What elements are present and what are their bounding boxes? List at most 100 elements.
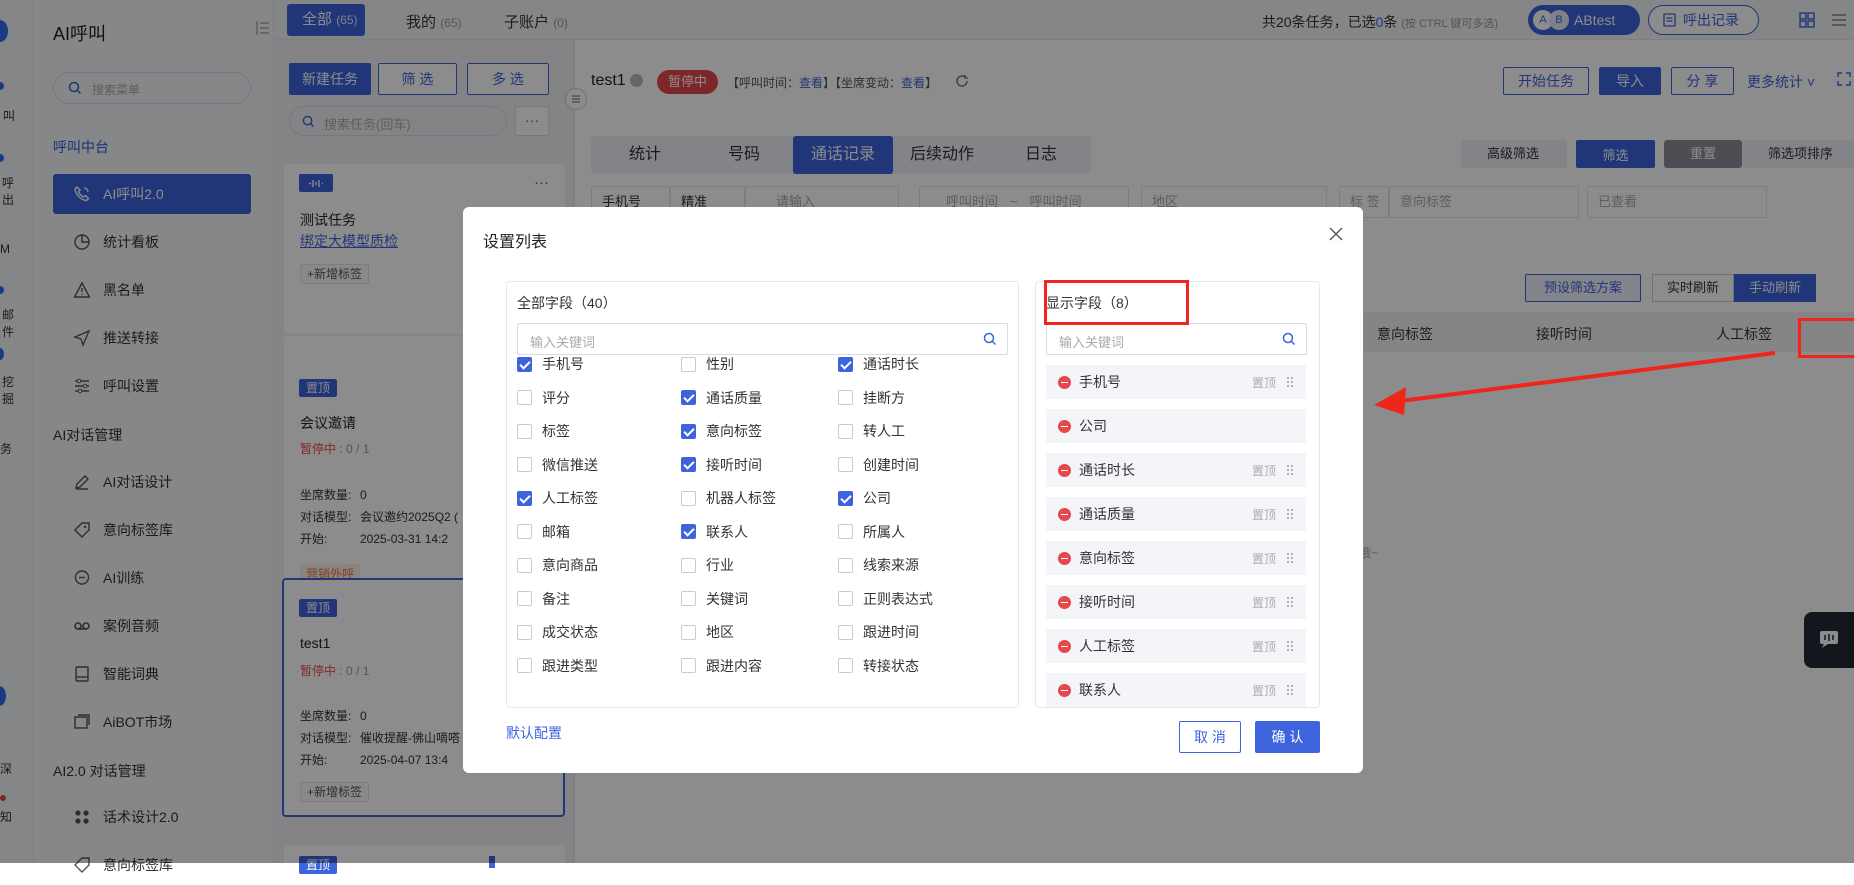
field-checkbox[interactable]: 性别: [681, 354, 734, 374]
all-fields-search-input[interactable]: 输入关键词: [517, 323, 1008, 355]
checkbox-unchecked-icon[interactable]: [517, 591, 532, 606]
field-label: 接听时间: [706, 456, 762, 473]
checkbox-unchecked-icon[interactable]: [681, 557, 696, 573]
checkbox-checked-icon[interactable]: [517, 356, 532, 372]
checkbox-unchecked-icon[interactable]: [517, 624, 532, 640]
shown-field-item[interactable]: 通话质量 置顶: [1046, 497, 1306, 531]
remove-icon[interactable]: [1058, 683, 1071, 697]
shown-fields-search-input[interactable]: 输入关键词: [1046, 323, 1307, 355]
field-checkbox[interactable]: 正则表达式: [838, 589, 933, 609]
checkbox-checked-icon[interactable]: [681, 390, 696, 405]
field-label: 通话质量: [706, 389, 762, 406]
drag-handle-icon[interactable]: [1286, 552, 1294, 564]
field-checkbox[interactable]: 成交状态: [517, 622, 598, 642]
checkbox-unchecked-icon[interactable]: [838, 423, 853, 439]
drag-handle-icon[interactable]: [1286, 376, 1294, 388]
checkbox-unchecked-icon[interactable]: [681, 356, 696, 372]
checkbox-checked-icon[interactable]: [681, 457, 696, 472]
field-checkbox[interactable]: 手机号: [517, 354, 584, 374]
remove-icon[interactable]: [1058, 419, 1071, 433]
field-checkbox[interactable]: 人工标签: [517, 488, 598, 508]
field-checkbox[interactable]: 标签: [517, 421, 570, 441]
pin-to-top-button[interactable]: 置顶: [1252, 638, 1276, 655]
field-checkbox[interactable]: 微信推送: [517, 455, 598, 475]
checkbox-unchecked-icon[interactable]: [838, 624, 853, 640]
checkbox-unchecked-icon[interactable]: [838, 524, 853, 539]
drag-handle-icon[interactable]: [1286, 508, 1294, 520]
checkbox-unchecked-icon[interactable]: [517, 457, 532, 472]
field-checkbox[interactable]: 接听时间: [681, 455, 762, 475]
field-checkbox[interactable]: 线索来源: [838, 555, 919, 575]
field-checkbox[interactable]: 创建时间: [838, 455, 919, 475]
shown-field-item[interactable]: 手机号 置顶: [1046, 365, 1306, 399]
checkbox-checked-icon[interactable]: [681, 423, 696, 439]
field-checkbox[interactable]: 意向商品: [517, 555, 598, 575]
checkbox-unchecked-icon[interactable]: [517, 390, 532, 405]
drag-handle-icon[interactable]: [1286, 640, 1294, 652]
checkbox-unchecked-icon[interactable]: [681, 624, 696, 640]
pin-to-top-button[interactable]: 置顶: [1252, 550, 1276, 567]
checkbox-checked-icon[interactable]: [681, 524, 696, 539]
field-checkbox[interactable]: 所属人: [838, 522, 905, 542]
checkbox-checked-icon[interactable]: [838, 490, 853, 506]
remove-icon[interactable]: [1058, 551, 1071, 565]
checkbox-unchecked-icon[interactable]: [838, 457, 853, 472]
checkbox-checked-icon[interactable]: [517, 490, 532, 506]
cancel-button[interactable]: 取 消: [1179, 721, 1241, 753]
checkbox-unchecked-icon[interactable]: [681, 490, 696, 506]
field-checkbox[interactable]: 意向标签: [681, 421, 762, 441]
pin-to-top-button[interactable]: 置顶: [1252, 594, 1276, 611]
field-checkbox[interactable]: 跟进内容: [681, 656, 762, 676]
field-checkbox[interactable]: 公司: [838, 488, 891, 508]
confirm-button[interactable]: 确 认: [1255, 721, 1320, 753]
field-checkbox[interactable]: 跟进时间: [838, 622, 919, 642]
shown-field-item[interactable]: 意向标签 置顶: [1046, 541, 1306, 575]
field-checkbox[interactable]: 挂断方: [838, 388, 905, 408]
pin-to-top-button[interactable]: 置顶: [1252, 682, 1276, 699]
field-checkbox[interactable]: 行业: [681, 555, 734, 575]
field-label: 转人工: [863, 423, 905, 439]
drag-handle-icon[interactable]: [1286, 596, 1294, 608]
field-label: 关键词: [706, 590, 748, 607]
remove-icon[interactable]: [1058, 639, 1071, 653]
field-checkbox[interactable]: 邮箱: [517, 522, 570, 542]
shown-field-item[interactable]: 接听时间 置顶: [1046, 585, 1306, 619]
checkbox-unchecked-icon[interactable]: [517, 524, 532, 539]
checkbox-unchecked-icon[interactable]: [838, 390, 853, 405]
field-checkbox[interactable]: 转接状态: [838, 656, 919, 676]
shown-field-item[interactable]: 公司: [1046, 409, 1306, 443]
checkbox-unchecked-icon[interactable]: [517, 423, 532, 439]
checkbox-unchecked-icon[interactable]: [838, 591, 853, 606]
pin-to-top-button[interactable]: 置顶: [1252, 374, 1276, 391]
checkbox-unchecked-icon[interactable]: [681, 658, 696, 673]
checkbox-unchecked-icon[interactable]: [838, 557, 853, 573]
drag-handle-icon[interactable]: [1286, 684, 1294, 696]
default-config-link[interactable]: 默认配置: [506, 723, 562, 743]
field-checkbox[interactable]: 通话时长: [838, 354, 919, 374]
field-checkbox[interactable]: 地区: [681, 622, 734, 642]
pin-to-top-button[interactable]: 置顶: [1252, 462, 1276, 479]
field-checkbox[interactable]: 通话质量: [681, 388, 762, 408]
field-checkbox[interactable]: 跟进类型: [517, 656, 598, 676]
field-checkbox[interactable]: 备注: [517, 589, 570, 609]
checkbox-checked-icon[interactable]: [838, 356, 853, 372]
checkbox-unchecked-icon[interactable]: [517, 557, 532, 573]
checkbox-unchecked-icon[interactable]: [838, 658, 853, 673]
remove-icon[interactable]: [1058, 595, 1071, 609]
field-checkbox[interactable]: 关键词: [681, 589, 748, 609]
checkbox-unchecked-icon[interactable]: [681, 591, 696, 606]
close-icon[interactable]: [1329, 227, 1343, 241]
shown-field-item[interactable]: 人工标签 置顶: [1046, 629, 1306, 663]
field-checkbox[interactable]: 联系人: [681, 522, 748, 542]
remove-icon[interactable]: [1058, 375, 1071, 389]
field-checkbox[interactable]: 机器人标签: [681, 488, 776, 508]
field-checkbox[interactable]: 转人工: [838, 421, 905, 441]
drag-handle-icon[interactable]: [1286, 464, 1294, 476]
pin-to-top-button[interactable]: 置顶: [1252, 506, 1276, 523]
remove-icon[interactable]: [1058, 507, 1071, 521]
remove-icon[interactable]: [1058, 463, 1071, 477]
checkbox-unchecked-icon[interactable]: [517, 658, 532, 673]
field-checkbox[interactable]: 评分: [517, 388, 570, 408]
shown-field-item[interactable]: 联系人 置顶: [1046, 673, 1306, 707]
shown-field-item[interactable]: 通话时长 置顶: [1046, 453, 1306, 487]
